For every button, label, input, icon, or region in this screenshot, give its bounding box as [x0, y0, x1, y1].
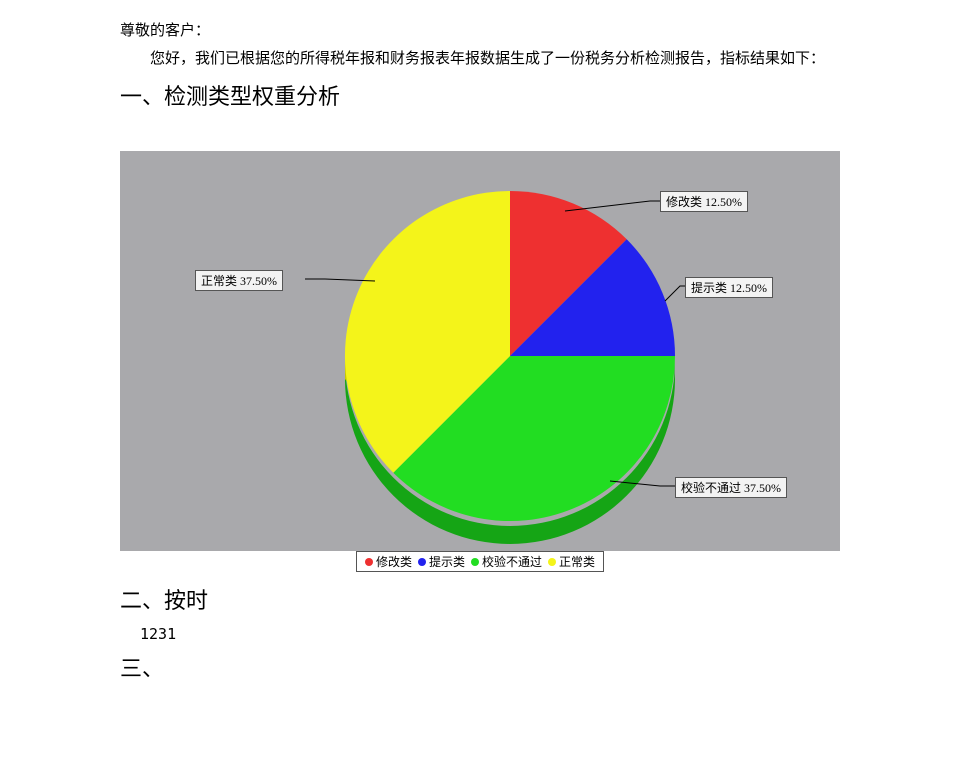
section-2-heading: 二、按时	[120, 583, 928, 615]
section-2-body: 1231	[140, 625, 928, 643]
legend-label: 修改类	[376, 553, 412, 570]
legend-label: 正常类	[559, 553, 595, 570]
pie-chart: 修改类 12.50% 提示类 12.50% 校验不通过 37.50% 正常类 3…	[120, 151, 840, 551]
intro-paragraph: 您好，我们已根据您的所得税年报和财务报表年报数据生成了一份税务分析检测报告，指标…	[120, 47, 928, 71]
legend-swatch-icon	[471, 558, 479, 566]
legend-label: 校验不通过	[482, 553, 542, 570]
greeting-line: 尊敬的客户：	[120, 20, 928, 43]
section-3-heading: 三、	[120, 651, 928, 683]
legend-item: 修改类	[365, 553, 412, 570]
chart-legend: 修改类 提示类 校验不通过 正常类	[120, 551, 840, 573]
section-1-heading: 一、检测类型权重分析	[120, 79, 928, 111]
callout-hint: 提示类 12.50%	[685, 277, 773, 298]
legend-label: 提示类	[429, 553, 465, 570]
callout-modify: 修改类 12.50%	[660, 191, 748, 212]
legend-item: 校验不通过	[471, 553, 542, 570]
callout-fail: 校验不通过 37.50%	[675, 477, 787, 498]
legend-item: 提示类	[418, 553, 465, 570]
pie-chart-block: 修改类 12.50% 提示类 12.50% 校验不通过 37.50% 正常类 3…	[120, 151, 928, 573]
legend-swatch-icon	[548, 558, 556, 566]
legend-swatch-icon	[418, 558, 426, 566]
callout-normal: 正常类 37.50%	[195, 270, 283, 291]
legend-item: 正常类	[548, 553, 595, 570]
legend-swatch-icon	[365, 558, 373, 566]
document-page: 尊敬的客户： 您好，我们已根据您的所得税年报和财务报表年报数据生成了一份税务分析…	[0, 20, 968, 713]
